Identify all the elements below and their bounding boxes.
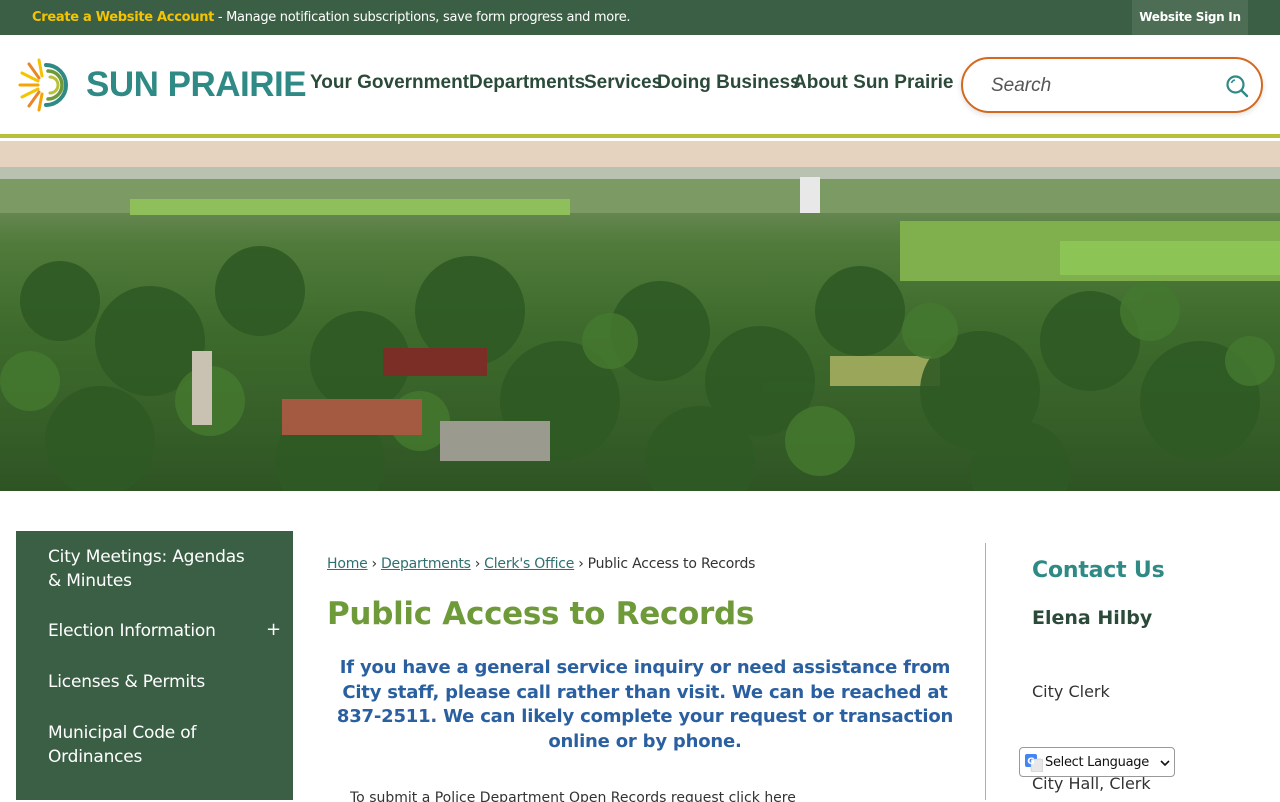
sidebar-item-election-information[interactable]: Election Information xyxy=(48,619,216,643)
nav-about-sun-prairie[interactable]: About Sun Prairie xyxy=(793,72,953,94)
sidebar-item-label: Election Information xyxy=(48,621,216,641)
breadcrumb: Home › Departments › Clerk's Office › Public A… xyxy=(327,556,755,572)
contact-role: City Clerk xyxy=(1032,682,1110,701)
police-records-link[interactable]: To submit a Police Department Open Recor… xyxy=(350,790,796,802)
sidebar-item-licenses-permits[interactable]: Licenses & Permits xyxy=(48,670,205,694)
site-logo-text[interactable]: SUN PRAIRIE xyxy=(86,65,307,105)
sidebar-item-label: Licenses & Permits xyxy=(48,672,206,692)
hero-banner-image xyxy=(0,141,1280,491)
breadcrumb-separator: › xyxy=(578,556,584,572)
google-translate-icon: G xyxy=(1025,754,1043,772)
create-account-link[interactable]: Create a Website Account xyxy=(32,10,214,25)
chevron-down-icon xyxy=(1160,760,1170,767)
sidebar-item-municipal-code[interactable]: Municipal Code of Ordinances xyxy=(48,721,196,769)
language-select[interactable]: G Select Language xyxy=(1019,747,1175,777)
contact-heading: Contact Us xyxy=(1032,558,1165,583)
sidebar-item-city-meetings[interactable]: City Meetings: Agendas & Minutes xyxy=(48,545,245,593)
breadcrumb-departments-link[interactable]: Departments xyxy=(381,556,471,572)
page-title: Public Access to Records xyxy=(327,596,755,632)
search-box xyxy=(961,57,1263,113)
sidebar-nav: City Meetings: Agendas & Minutes Electio… xyxy=(16,531,293,800)
nav-departments[interactable]: Departments xyxy=(469,72,585,94)
account-notice-text: - Manage notification subscriptions, sav… xyxy=(214,10,631,25)
nav-your-government[interactable]: Your Government xyxy=(310,72,469,94)
expand-plus-icon[interactable]: + xyxy=(266,619,281,640)
account-notice: Create a Website Account - Manage notifi… xyxy=(32,10,631,25)
search-icon[interactable] xyxy=(1225,74,1249,98)
contact-name: Elena Hilby xyxy=(1032,607,1153,629)
breadcrumb-separator: › xyxy=(474,556,481,572)
website-sign-in-button[interactable]: Website Sign In xyxy=(1132,0,1248,35)
site-header: SUN PRAIRIE Your Government Departments … xyxy=(0,35,1280,138)
sidebar-item-label: City Meetings: Agendas & Minutes xyxy=(48,547,245,591)
utility-bar: Create a Website Account - Manage notifi… xyxy=(0,0,1280,35)
svg-text:G: G xyxy=(1027,757,1034,767)
breadcrumb-current: Public Access to Records xyxy=(587,556,756,572)
sidebar-item-label: Municipal Code of Ordinances xyxy=(48,723,197,767)
breadcrumb-clerks-office-link[interactable]: Clerk's Office xyxy=(484,556,574,572)
breadcrumb-separator: › xyxy=(371,556,378,572)
column-divider xyxy=(985,543,986,800)
language-select-label: Select Language xyxy=(1045,755,1149,770)
search-input[interactable] xyxy=(991,75,1211,97)
nav-doing-business[interactable]: Doing Business xyxy=(657,72,801,94)
breadcrumb-home-link[interactable]: Home xyxy=(327,556,368,572)
nav-services[interactable]: Services xyxy=(584,72,662,94)
service-notice: If you have a general service inquiry or… xyxy=(336,657,954,752)
sun-logo-icon[interactable] xyxy=(16,57,72,113)
